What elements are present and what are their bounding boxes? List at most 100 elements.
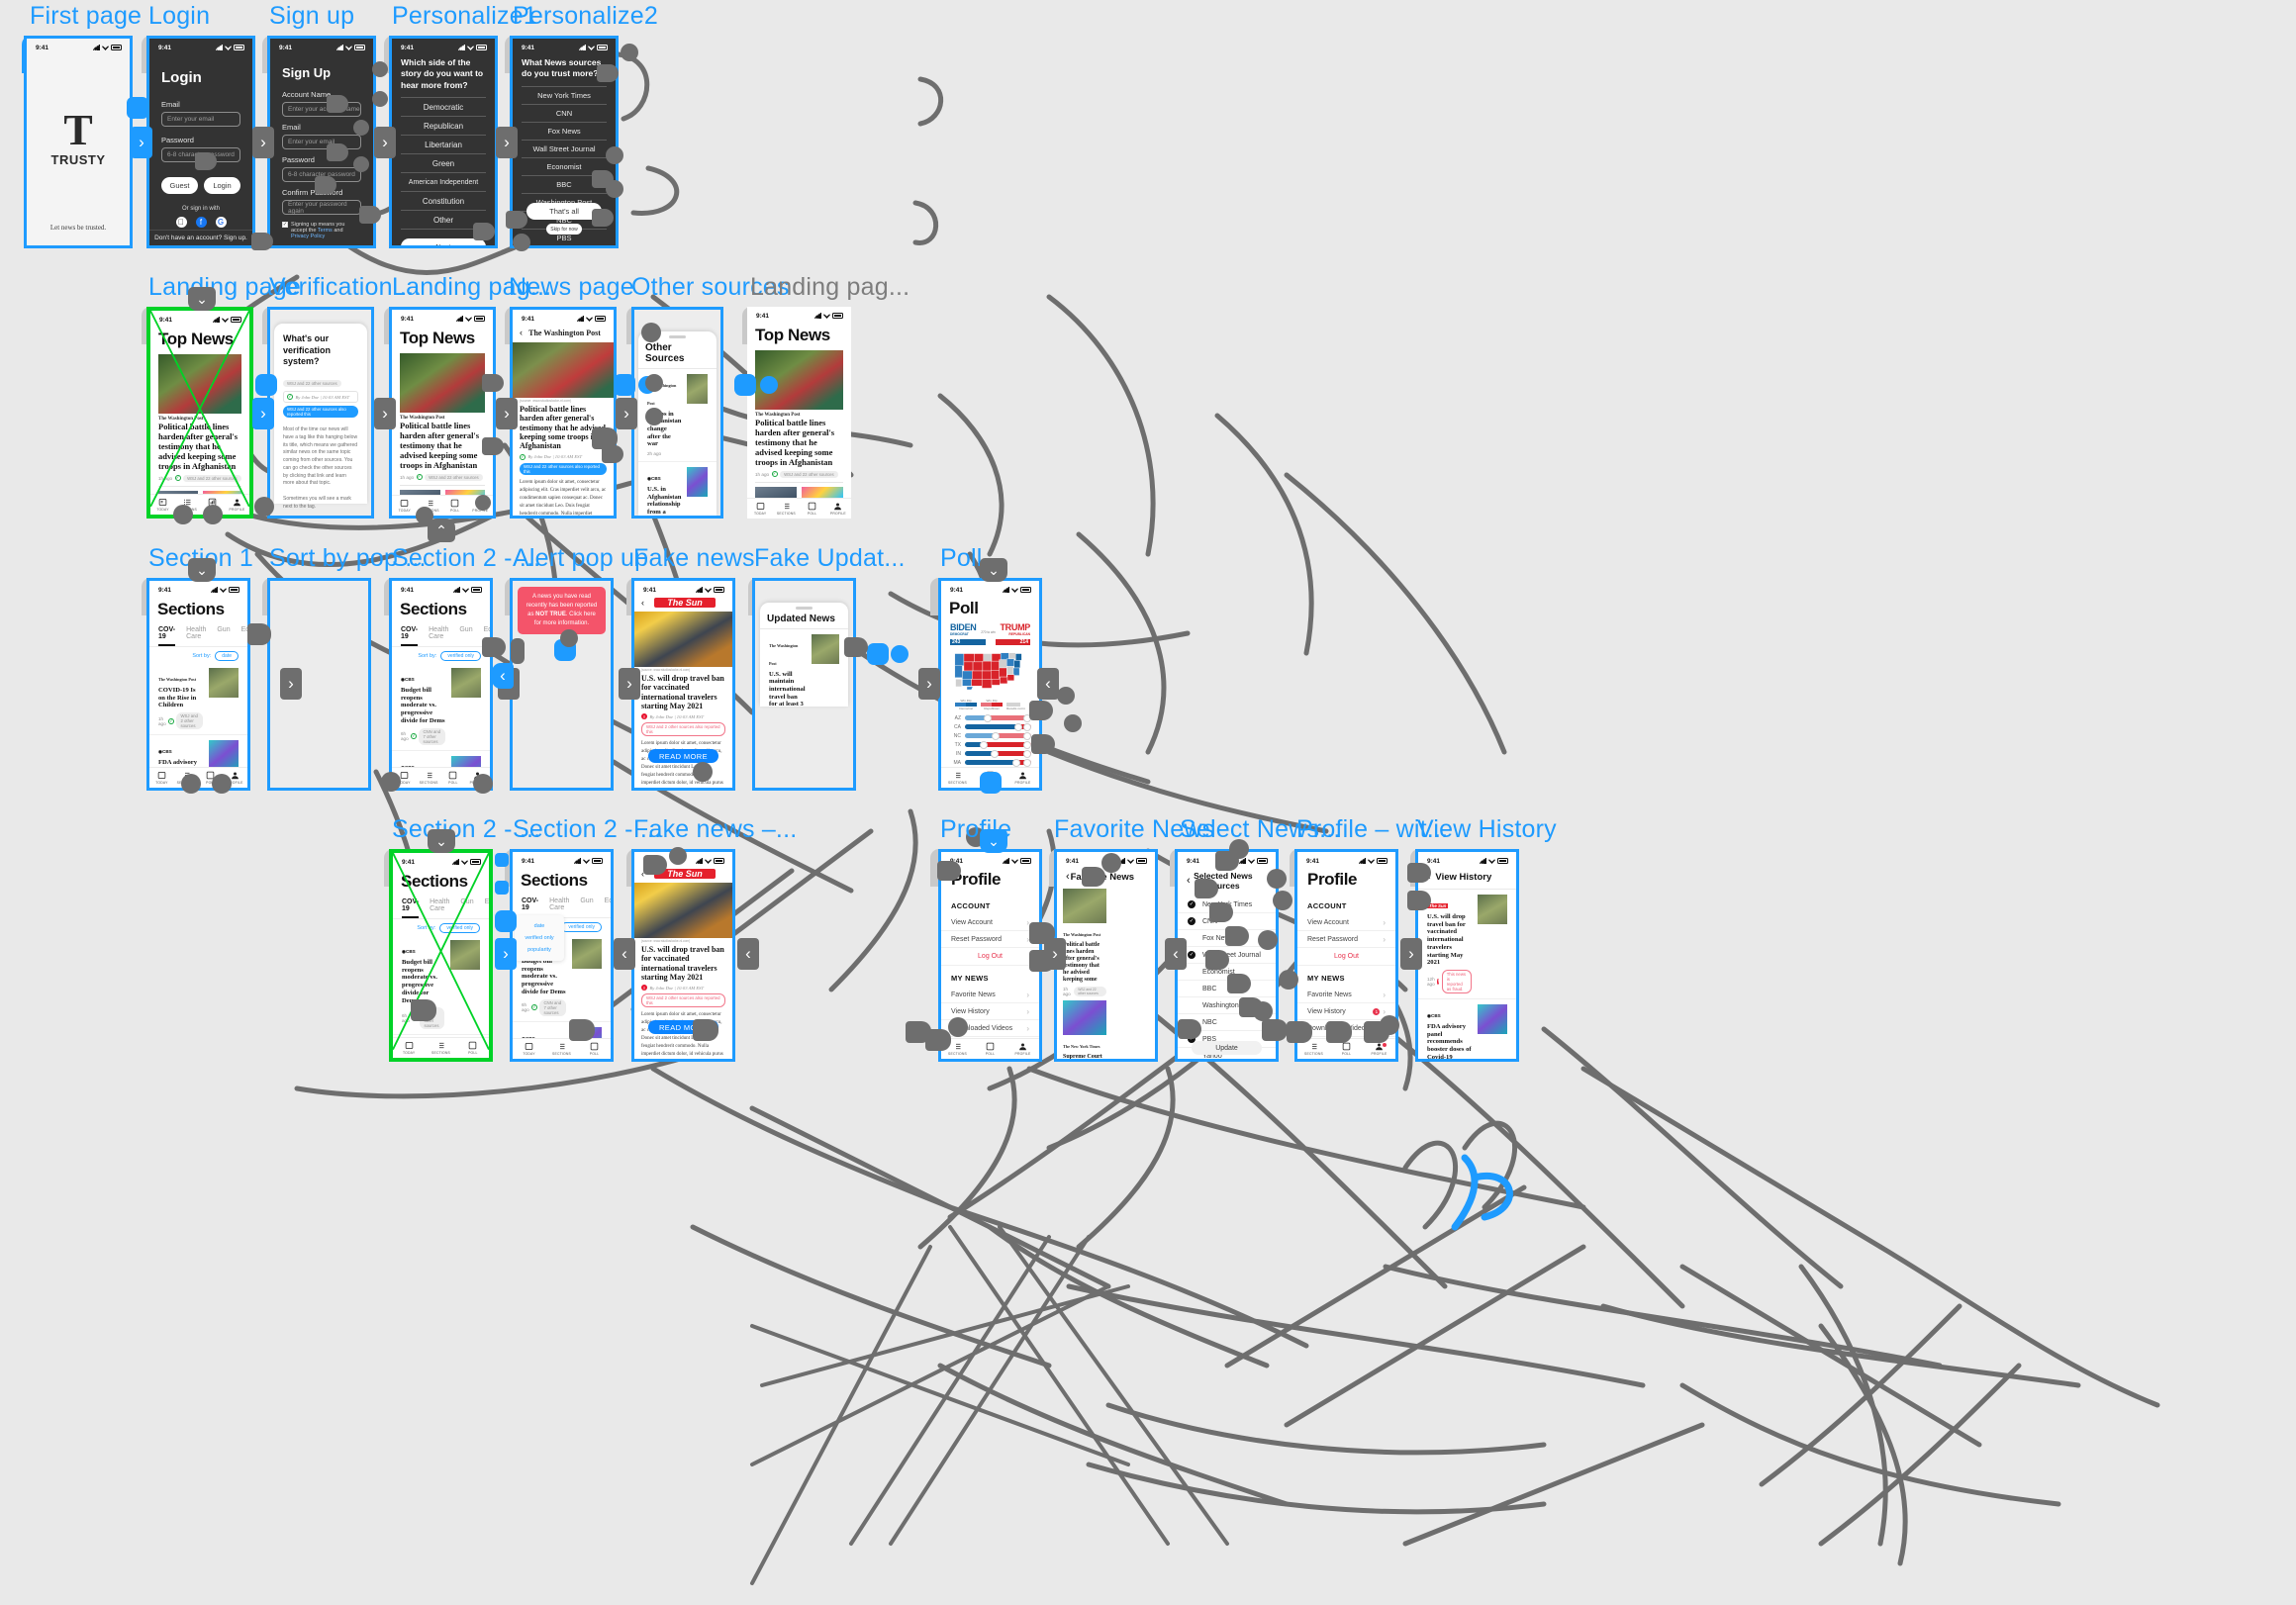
tab-today[interactable]: TODAY (393, 1041, 425, 1055)
flow-node[interactable] (606, 180, 623, 198)
settings-row[interactable]: Reset Password › (941, 931, 1039, 948)
flow-node[interactable] (925, 1029, 951, 1051)
flow-arrow-right[interactable]: › (496, 398, 518, 429)
frame-label[interactable]: Landing pag... (750, 273, 909, 302)
flow-node[interactable] (760, 376, 778, 394)
flow-node[interactable] (1267, 869, 1287, 889)
flow-node[interactable] (645, 408, 663, 425)
tab-gun[interactable]: Gun (217, 626, 230, 646)
news-thumbnail[interactable] (209, 740, 239, 771)
flow-node[interactable] (643, 855, 667, 875)
unchecked-icon[interactable] (1188, 1001, 1196, 1009)
frame-first-page[interactable]: 9:41 T TRUSTY Let news be trusted. (24, 36, 133, 248)
unchecked-icon[interactable] (1188, 985, 1196, 992)
poll-knob-end[interactable] (1023, 731, 1031, 740)
news-list-item[interactable]: ◉CBS Budget bill reopens moderate vs. pro… (393, 935, 489, 1036)
flow-node[interactable] (1064, 714, 1082, 732)
flow-arrow-left[interactable]: ‹ (1037, 668, 1059, 700)
hero-headline[interactable]: Political battle lines harden after gene… (755, 418, 843, 468)
settings-row[interactable]: Favorite News › (941, 987, 1039, 1003)
flow-arrow-right[interactable]: › (1400, 938, 1422, 970)
tab-health-care[interactable]: Health Care (549, 897, 569, 917)
sources-tag[interactable]: WSJ and 22 other sources (780, 470, 838, 478)
flow-node[interactable] (569, 1019, 595, 1041)
account-name-input[interactable]: Enter your account name (282, 102, 361, 117)
frame-label[interactable]: Fake news (633, 544, 755, 573)
guest-button[interactable]: Guest (161, 177, 198, 194)
flow-node[interactable] (891, 645, 909, 663)
poll-state-row[interactable]: AZ (941, 713, 1039, 722)
frame-label[interactable]: Login (148, 2, 210, 31)
tab-today[interactable]: TODAY (392, 499, 418, 513)
frame-landing-page[interactable]: 9:41 Top News The Washington Post Politi… (146, 307, 253, 519)
news-list-item[interactable]: ◉CBS FDA advisory panel recommends booste… (1418, 999, 1516, 1059)
next-button[interactable]: Next (401, 238, 486, 245)
sources-tag[interactable]: CNN and 7 other sources (539, 998, 566, 1016)
tab-poll[interactable]: POLL (441, 771, 466, 785)
tab-gun[interactable]: Gun (459, 626, 472, 646)
flow-node[interactable] (1057, 687, 1075, 705)
flow-node[interactable] (127, 97, 148, 119)
flow-node[interactable] (181, 774, 201, 794)
source-option-wsj[interactable]: Wall Street Journal (522, 141, 607, 158)
flow-node[interactable] (1273, 891, 1292, 910)
frame-poll[interactable]: 9:41 Poll BIDEN DEMOCRAT 270 to win TRUM… (938, 578, 1042, 791)
tab-poll[interactable]: POLL (457, 1041, 489, 1055)
check-icon[interactable]: ✓ (1188, 917, 1196, 925)
logout-button[interactable]: Log Out (1297, 948, 1395, 966)
flow-node[interactable] (513, 234, 530, 251)
flow-node[interactable] (327, 143, 348, 161)
flow-arrow-right[interactable]: › (252, 398, 274, 429)
tab-today[interactable]: TODAY (149, 771, 174, 785)
sources-tag[interactable]: WSJ and 2 other sources also reported th… (641, 993, 725, 1008)
news-list-item[interactable]: The Sun U.S. will drop travel ban for vac… (1418, 890, 1516, 999)
sources-tag[interactable]: CNN and 7 other sources (419, 727, 445, 745)
hero-headline[interactable]: Political battle lines harden after gene… (158, 422, 241, 472)
flow-arrow-right[interactable]: › (280, 668, 302, 700)
sources-tag[interactable]: WSJ and 22 other sources (183, 474, 241, 482)
settings-row[interactable]: View History 1 › (1297, 1003, 1395, 1020)
flow-node[interactable] (1178, 1019, 1201, 1039)
frame-label[interactable]: Poll (940, 544, 983, 573)
flow-node[interactable] (473, 774, 493, 794)
flow-node[interactable] (645, 374, 663, 392)
frame-label[interactable]: Personalize2 (513, 2, 658, 31)
flow-arrow-right[interactable]: › (496, 127, 518, 158)
flow-node[interactable] (1287, 1021, 1312, 1043)
source-option-fox[interactable]: Fox News (522, 123, 607, 141)
poll-knob-end[interactable] (1023, 758, 1031, 767)
news-list-item[interactable]: ◉CBS U.S. in Afghanistan relationship fro… (638, 462, 717, 516)
flow-node[interactable] (844, 637, 868, 657)
flow-node[interactable] (247, 623, 271, 645)
poll-track[interactable] (965, 740, 1031, 749)
flow-node[interactable] (254, 497, 274, 517)
flow-node[interactable] (1205, 950, 1229, 970)
flow-node[interactable] (1082, 867, 1105, 887)
frame-alert-pop-up[interactable]: A news you have read recently has been r… (510, 578, 614, 791)
frame-landing-page-3[interactable]: 9:41 Top News The Washington Post Politi… (747, 307, 851, 519)
option-republican[interactable]: Republican (401, 117, 486, 137)
flow-node[interactable] (482, 437, 504, 455)
card-image[interactable] (1063, 889, 1106, 923)
news-thumbnail[interactable] (1478, 895, 1507, 924)
flow-node[interactable] (353, 156, 369, 172)
flow-node[interactable] (212, 774, 232, 794)
sort-chip[interactable]: verified only (440, 651, 481, 661)
card-image[interactable] (1063, 1000, 1106, 1036)
flow-node[interactable] (734, 374, 756, 396)
flow-node[interactable] (1253, 1001, 1273, 1021)
flow-node[interactable] (482, 374, 504, 392)
flow-arrow-right[interactable]: › (495, 938, 517, 970)
frame-news-page[interactable]: 9:41 ‹ The Washington Post (source: www.… (510, 307, 617, 519)
flow-node[interactable] (980, 772, 1002, 794)
flow-node[interactable] (495, 881, 509, 895)
tab-health-care[interactable]: Health Care (429, 626, 448, 646)
frame-personalize1[interactable]: 9:41 Which side of the story do you want… (389, 36, 498, 248)
flow-arrow-down[interactable]: ⌄ (980, 829, 1007, 853)
news-thumbnail[interactable] (572, 939, 602, 969)
flow-node[interactable] (1279, 970, 1298, 990)
unchecked-icon[interactable] (1188, 968, 1196, 976)
flow-node[interactable] (614, 374, 635, 396)
favorite-news-card[interactable]: The Washington Post Political battle line… (1063, 889, 1106, 997)
poll-knob[interactable] (979, 740, 988, 749)
